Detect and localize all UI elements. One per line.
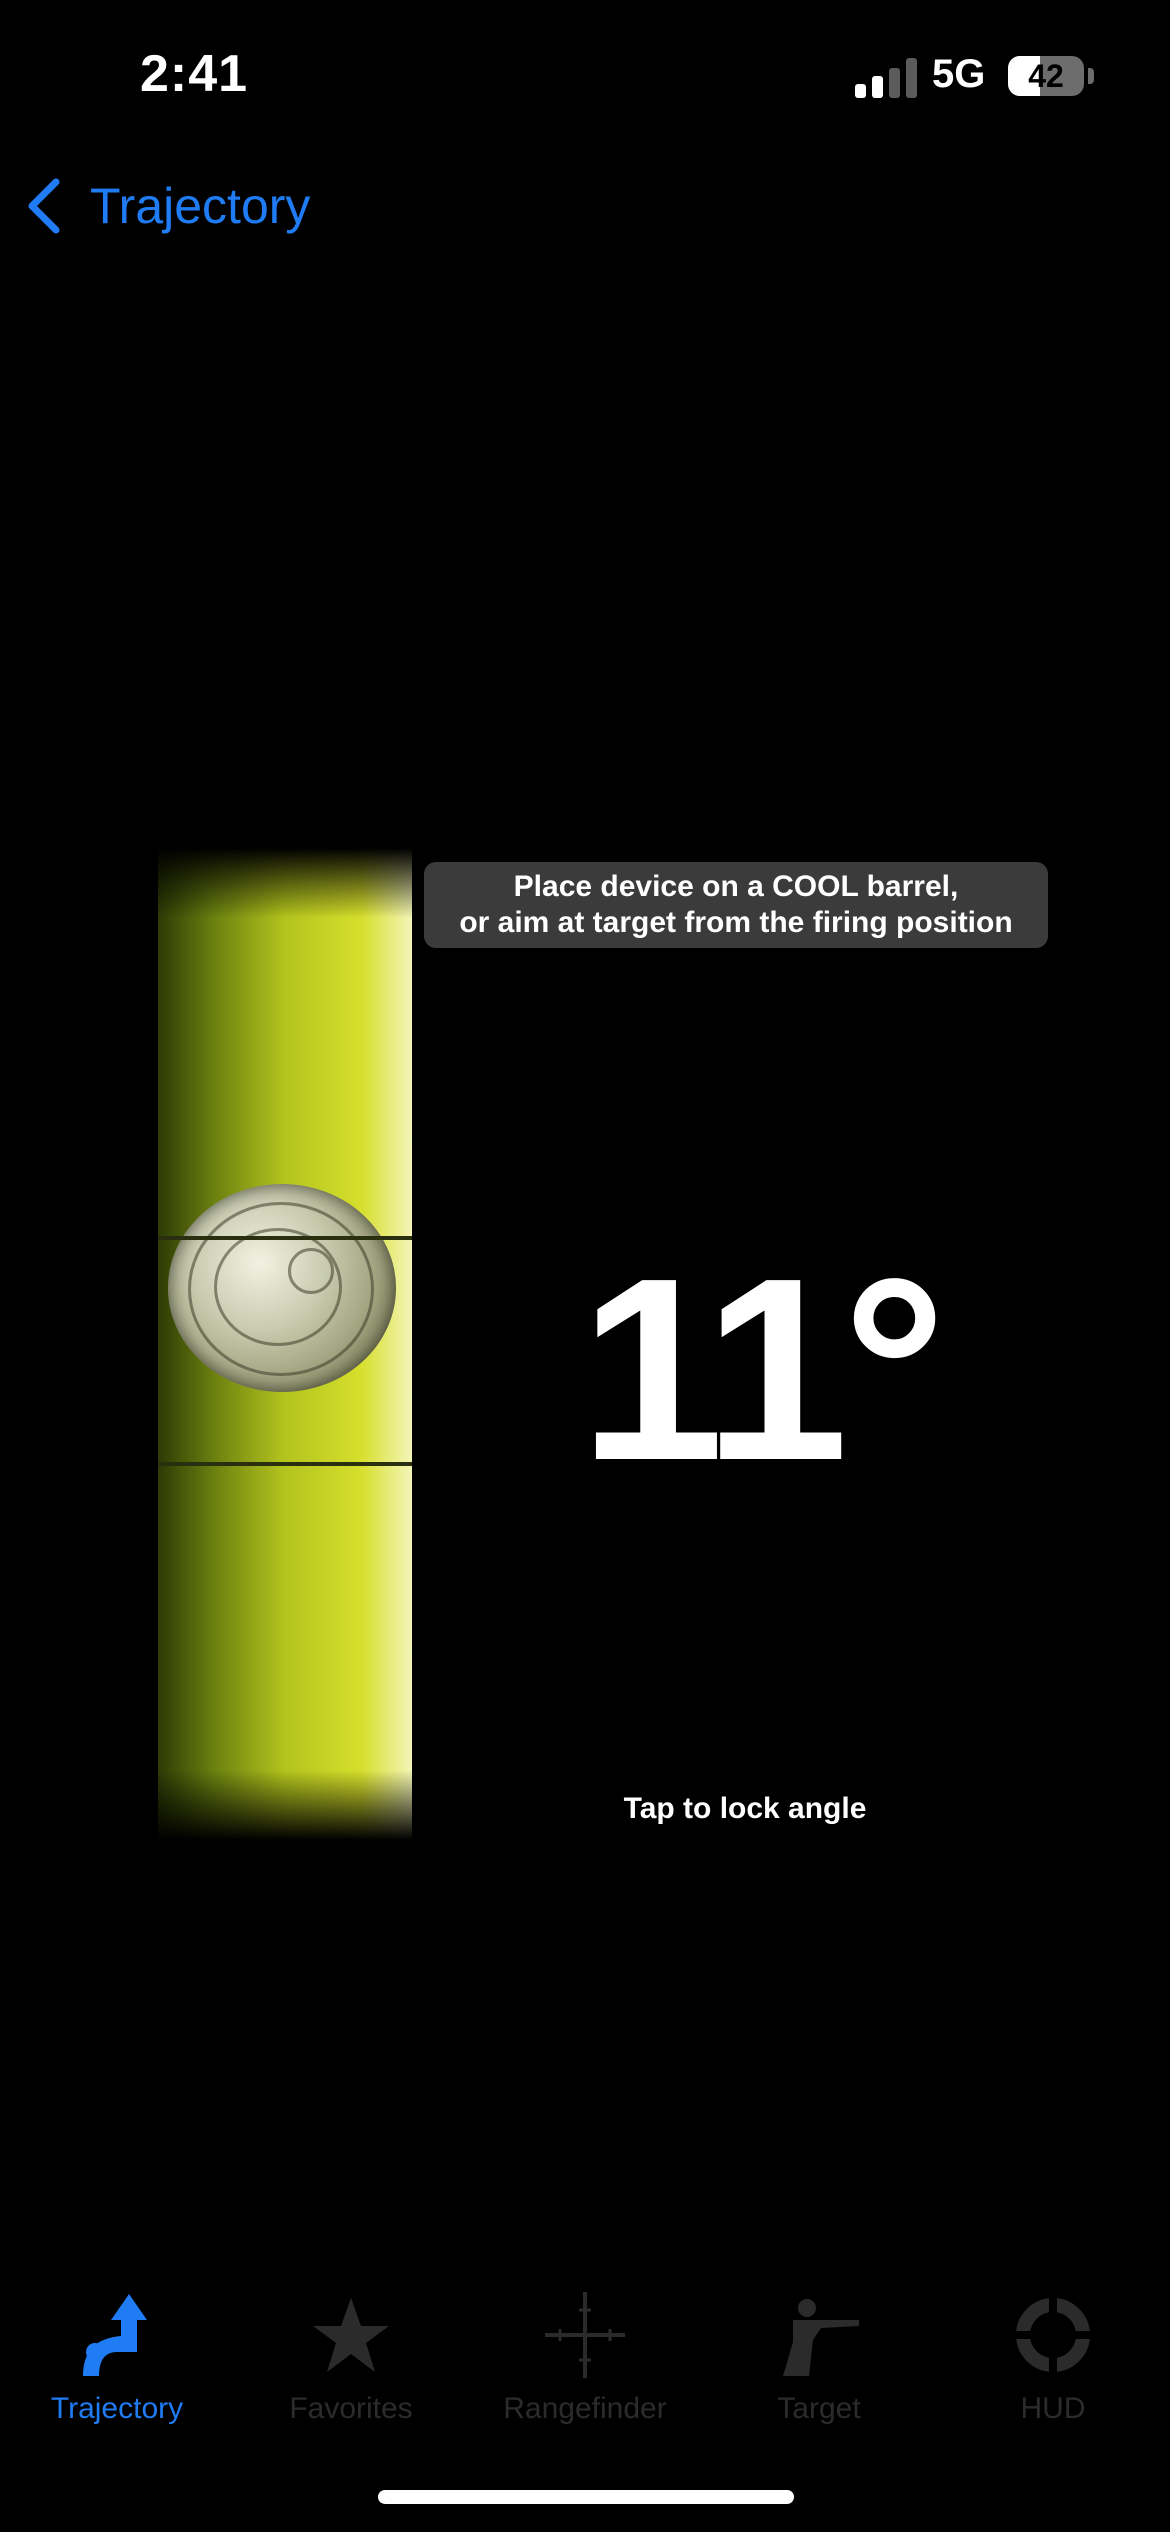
battery-percent: 42 — [1028, 58, 1064, 94]
status-time: 2:41 — [140, 45, 249, 103]
network-type: 5G — [932, 52, 986, 96]
shooter-icon — [783, 2299, 859, 2376]
back-button[interactable]: Trajectory — [24, 170, 310, 242]
level-bubble — [168, 1184, 396, 1392]
bubble-level-tube — [158, 848, 412, 1840]
level-screen: 2:41 5G 42 Trajectory Place device on a … — [0, 0, 1170, 2532]
tab-bar: Trajectory Favorites Rangefinder Target … — [0, 2280, 1170, 2440]
tab-target-label: Target — [777, 2392, 861, 2425]
home-indicator[interactable] — [378, 2490, 794, 2504]
placement-hint: Place device on a COOL barrel, or aim at… — [424, 862, 1048, 948]
level-marker-top — [158, 1236, 412, 1240]
star-icon — [313, 2298, 389, 2372]
tab-favorites-label: Favorites — [289, 2392, 413, 2425]
crosshair-icon — [545, 2292, 625, 2378]
trajectory-icon — [83, 2294, 147, 2376]
cellular-signal-icon — [855, 58, 917, 98]
battery-icon: 42 — [1008, 56, 1084, 96]
battery-cap — [1088, 68, 1094, 84]
back-button-label: Trajectory — [90, 178, 311, 234]
angle-readout[interactable]: 11° — [560, 1240, 960, 1500]
tab-target[interactable]: Target — [702, 2280, 936, 2440]
tab-trajectory-label: Trajectory — [50, 2392, 184, 2425]
tab-rangefinder[interactable]: Rangefinder — [468, 2280, 702, 2440]
chevron-left-icon — [28, 178, 60, 234]
tab-rangefinder-label: Rangefinder — [503, 2392, 667, 2425]
tab-hud[interactable]: HUD — [936, 2280, 1170, 2440]
level-marker-bottom — [158, 1462, 412, 1466]
tab-favorites[interactable]: Favorites — [234, 2280, 468, 2440]
lock-angle-button[interactable]: Tap to lock angle — [560, 1792, 930, 1826]
tab-trajectory[interactable]: Trajectory — [0, 2280, 234, 2440]
tab-hud-label: HUD — [1020, 2392, 1086, 2425]
hud-reticle-icon — [1016, 2298, 1090, 2372]
